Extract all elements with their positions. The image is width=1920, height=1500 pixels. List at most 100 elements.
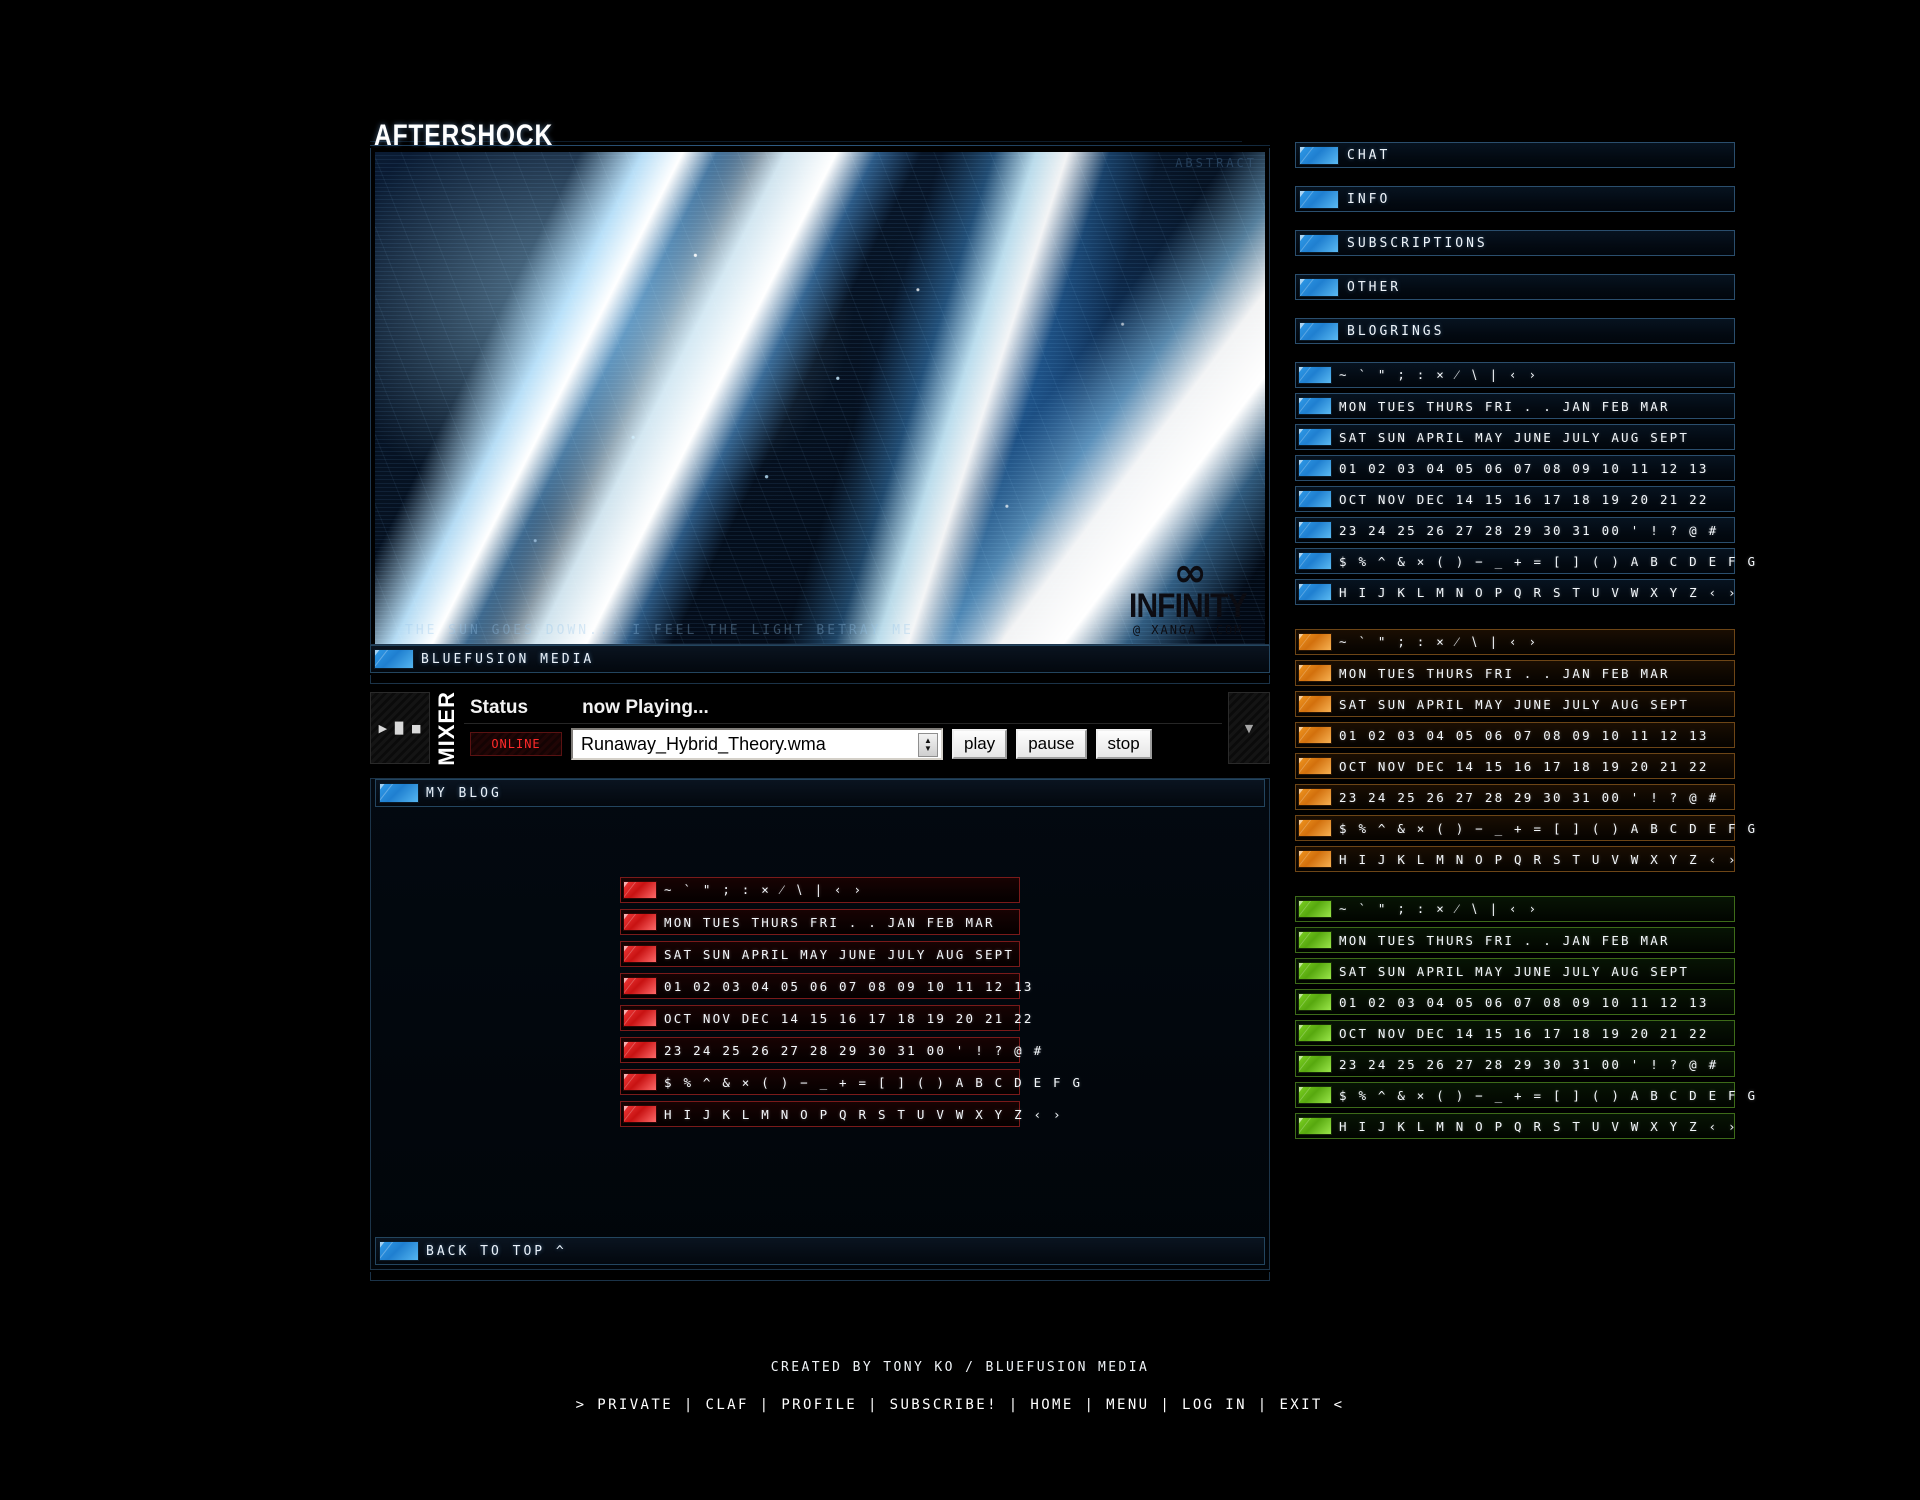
list-item-chip-icon: [1298, 819, 1332, 837]
list-item-label: SAT SUN APRIL MAY JUNE JULY AUG SEPT: [1339, 963, 1690, 979]
list-item[interactable]: OCT NOV DEC 14 15 16 17 18 19 20 21 22: [620, 1005, 1031, 1031]
mixer-body: Status now Playing... ONLINE Runaway_Hyb…: [464, 692, 1222, 764]
blog-panel: MY BLOG ∼ ` " ; : × ⁄ ∖ | ‹ › MON TUES TH…: [370, 778, 1270, 1270]
sidebar-group-green: ∼ ` " ; : × ⁄ ∖ | ‹ › MON TUES THURS FRI …: [1295, 896, 1755, 1139]
track-select-value: Runaway_Hybrid_Theory.wma: [581, 733, 826, 754]
list-item-chip-icon: [1298, 459, 1332, 477]
list-item-chip-icon: [1298, 1024, 1332, 1042]
mixer-controls-row: ONLINE Runaway_Hybrid_Theory.wma ▲ ▼ pla…: [464, 724, 1222, 764]
list-item[interactable]: 01 02 03 04 05 06 07 08 09 10 11 12 13: [620, 973, 1031, 999]
sidebar-item-info[interactable]: INFO: [1295, 186, 1735, 212]
mixer-header: Status now Playing...: [464, 692, 1222, 724]
list-item[interactable]: 23 24 25 26 27 28 29 30 31 00 ' ! ? @ #: [1295, 517, 1735, 543]
list-item[interactable]: $ % ^ & × ( ) − _ + = [ ] ( ) A B C D E …: [1295, 548, 1755, 574]
list-item[interactable]: OCT NOV DEC 14 15 16 17 18 19 20 21 22: [1295, 753, 1735, 779]
list-item[interactable]: $ % ^ & × ( ) − _ + = [ ] ( ) A B C D E …: [1295, 1082, 1755, 1108]
list-item[interactable]: SAT SUN APRIL MAY JUNE JULY AUG SEPT: [620, 941, 1020, 967]
list-item[interactable]: 01 02 03 04 05 06 07 08 09 10 11 12 13: [1295, 989, 1735, 1015]
list-item-chip-icon: [623, 1073, 657, 1091]
blog-panel-tail: [370, 1272, 1270, 1281]
list-item-label: MON TUES THURS FRI . . JAN FEB MAR: [664, 914, 995, 930]
list-item-chip-icon: [623, 913, 657, 931]
list-item[interactable]: MON TUES THURS FRI . . JAN FEB MAR: [1295, 927, 1735, 953]
now-playing-label: now Playing...: [582, 696, 709, 718]
list-item-chip-icon: [1298, 695, 1332, 713]
mixer-transport-panel[interactable]: ▶ ▐▌ ■: [370, 692, 430, 764]
sidebar-group-blue: ∼ ` " ; : × ⁄ ∖ | ‹ › MON TUES THURS FRI …: [1295, 362, 1755, 605]
list-item[interactable]: OCT NOV DEC 14 15 16 17 18 19 20 21 22: [1295, 486, 1735, 512]
sidebar-item-label: INFO: [1347, 191, 1391, 207]
list-item-label: $ % ^ & × ( ) − _ + = [ ] ( ) A B C D E …: [664, 1074, 1083, 1090]
mixer-vertical-label: MIXER: [430, 691, 464, 765]
spinner-down-icon: ▼: [924, 744, 932, 753]
hero-caption: THE SUN GOES DOWN... I FEEL THE LIGHT BE…: [405, 623, 914, 638]
back-to-top-bar[interactable]: BACK TO TOP ^: [375, 1237, 1265, 1265]
list-item[interactable]: MON TUES THURS FRI . . JAN FEB MAR: [1295, 660, 1735, 686]
main-layout: AFTERSHOCK ABSTRACT THE SUN GOES DOWN...…: [370, 110, 1770, 1281]
list-item[interactable]: H I J K L M N O P Q R S T U V W X Y Z ‹ …: [620, 1101, 1061, 1127]
track-select[interactable]: Runaway_Hybrid_Theory.wma ▲ ▼: [571, 728, 943, 760]
sidebar-item-blogrings[interactable]: BLOGRINGS: [1295, 318, 1735, 344]
list-item-label: OCT NOV DEC 14 15 16 17 18 19 20 21 22: [1339, 758, 1709, 774]
list-item-chip-icon: [623, 977, 657, 995]
sidebar-groups: ∼ ` " ; : × ⁄ ∖ | ‹ › MON TUES THURS FRI …: [1295, 362, 1755, 1139]
list-item-chip-icon: [1298, 366, 1332, 384]
list-item-chip-icon: [1298, 521, 1332, 539]
sidebar-item-label: BLOGRINGS: [1347, 323, 1445, 339]
list-item-label: MON TUES THURS FRI . . JAN FEB MAR: [1339, 932, 1670, 948]
list-item[interactable]: 23 24 25 26 27 28 29 30 31 00 ' ! ? @ #: [620, 1037, 1041, 1063]
list-item[interactable]: MON TUES THURS FRI . . JAN FEB MAR: [1295, 393, 1735, 419]
infinity-logo: ∞ INFINITY @ XANGA .COM: [1121, 553, 1255, 636]
list-item-label: 23 24 25 26 27 28 29 30 31 00 ' ! ? @ #: [1339, 789, 1719, 805]
list-item[interactable]: 23 24 25 26 27 28 29 30 31 00 ' ! ? @ #: [1295, 784, 1735, 810]
blog-titlebar-chip-icon: [379, 783, 419, 803]
masthead: AFTERSHOCK: [370, 110, 1270, 151]
blog-titlebar[interactable]: MY BLOG: [375, 779, 1265, 807]
list-item[interactable]: SAT SUN APRIL MAY JUNE JULY AUG SEPT: [1295, 691, 1735, 717]
list-item[interactable]: $ % ^ & × ( ) − _ + = [ ] ( ) A B C D E …: [1295, 815, 1755, 841]
sidebar-item-label: SUBSCRIPTIONS: [1347, 235, 1488, 251]
list-item-chip-icon: [1298, 428, 1332, 446]
mixer-scroll-button[interactable]: ▼: [1228, 692, 1270, 764]
list-item-label: H I J K L M N O P Q R S T U V W X Y Z ‹ …: [1339, 584, 1738, 600]
list-item-chip-icon: [1298, 1086, 1332, 1104]
list-item-label: 01 02 03 04 05 06 07 08 09 10 11 12 13: [1339, 460, 1709, 476]
list-item[interactable]: MON TUES THURS FRI . . JAN FEB MAR: [620, 909, 1020, 935]
sidebar-item-chip-icon: [1299, 145, 1339, 165]
list-item-chip-icon: [623, 881, 657, 899]
blog-titlebar-label: MY BLOG: [426, 785, 502, 801]
list-item-label: H I J K L M N O P Q R S T U V W X Y Z ‹ …: [1339, 1118, 1738, 1134]
sidebar-item-subscriptions[interactable]: SUBSCRIPTIONS: [1295, 230, 1735, 256]
hero-image: ABSTRACT THE SUN GOES DOWN... I FEEL THE…: [375, 152, 1265, 644]
footer-links[interactable]: > PRIVATE | CLAF | PROFILE | SUBSCRIBE! …: [0, 1397, 1920, 1413]
list-item[interactable]: ∼ ` " ; : × ⁄ ∖ | ‹ ›: [1295, 896, 1735, 922]
list-item[interactable]: ∼ ` " ; : × ⁄ ∖ | ‹ ›: [1295, 629, 1735, 655]
media-titlebar[interactable]: BLUEFUSION MEDIA: [370, 645, 1270, 673]
sidebar-item-label: CHAT: [1347, 147, 1391, 163]
stop-button[interactable]: stop: [1095, 729, 1152, 759]
list-item[interactable]: H I J K L M N O P Q R S T U V W X Y Z ‹ …: [1295, 846, 1736, 872]
list-item[interactable]: 23 24 25 26 27 28 29 30 31 00 ' ! ? @ #: [1295, 1051, 1735, 1077]
sidebar-item-chat[interactable]: CHAT: [1295, 142, 1735, 168]
list-item-label: MON TUES THURS FRI . . JAN FEB MAR: [1339, 398, 1670, 414]
list-item[interactable]: $ % ^ & × ( ) − _ + = [ ] ( ) A B C D E …: [620, 1069, 1080, 1095]
list-item[interactable]: SAT SUN APRIL MAY JUNE JULY AUG SEPT: [1295, 424, 1735, 450]
list-item-label: ∼ ` " ; : × ⁄ ∖ | ‹ ›: [1339, 901, 1539, 916]
list-item-chip-icon: [1298, 1117, 1332, 1135]
list-item[interactable]: 01 02 03 04 05 06 07 08 09 10 11 12 13: [1295, 722, 1735, 748]
list-item[interactable]: ∼ ` " ; : × ⁄ ∖ | ‹ ›: [1295, 362, 1735, 388]
list-item-chip-icon: [1298, 962, 1332, 980]
list-item[interactable]: 01 02 03 04 05 06 07 08 09 10 11 12 13: [1295, 455, 1735, 481]
play-button[interactable]: play: [952, 729, 1008, 759]
list-item-label: $ % ^ & × ( ) − _ + = [ ] ( ) A B C D E …: [1339, 820, 1758, 836]
pause-button[interactable]: pause: [1016, 729, 1087, 759]
list-item[interactable]: SAT SUN APRIL MAY JUNE JULY AUG SEPT: [1295, 958, 1735, 984]
list-item[interactable]: H I J K L M N O P Q R S T U V W X Y Z ‹ …: [1295, 579, 1738, 605]
list-item[interactable]: H I J K L M N O P Q R S T U V W X Y Z ‹ …: [1295, 1113, 1738, 1139]
sidebar-item-other[interactable]: OTHER: [1295, 274, 1735, 300]
list-item[interactable]: OCT NOV DEC 14 15 16 17 18 19 20 21 22: [1295, 1020, 1735, 1046]
hero-frame: ABSTRACT THE SUN GOES DOWN... I FEEL THE…: [370, 148, 1270, 645]
list-item-label: $ % ^ & × ( ) − _ + = [ ] ( ) A B C D E …: [1339, 553, 1758, 569]
list-item[interactable]: ∼ ` " ; : × ⁄ ∖ | ‹ ›: [620, 877, 1020, 903]
track-select-spinner-icon[interactable]: ▲ ▼: [918, 733, 938, 757]
